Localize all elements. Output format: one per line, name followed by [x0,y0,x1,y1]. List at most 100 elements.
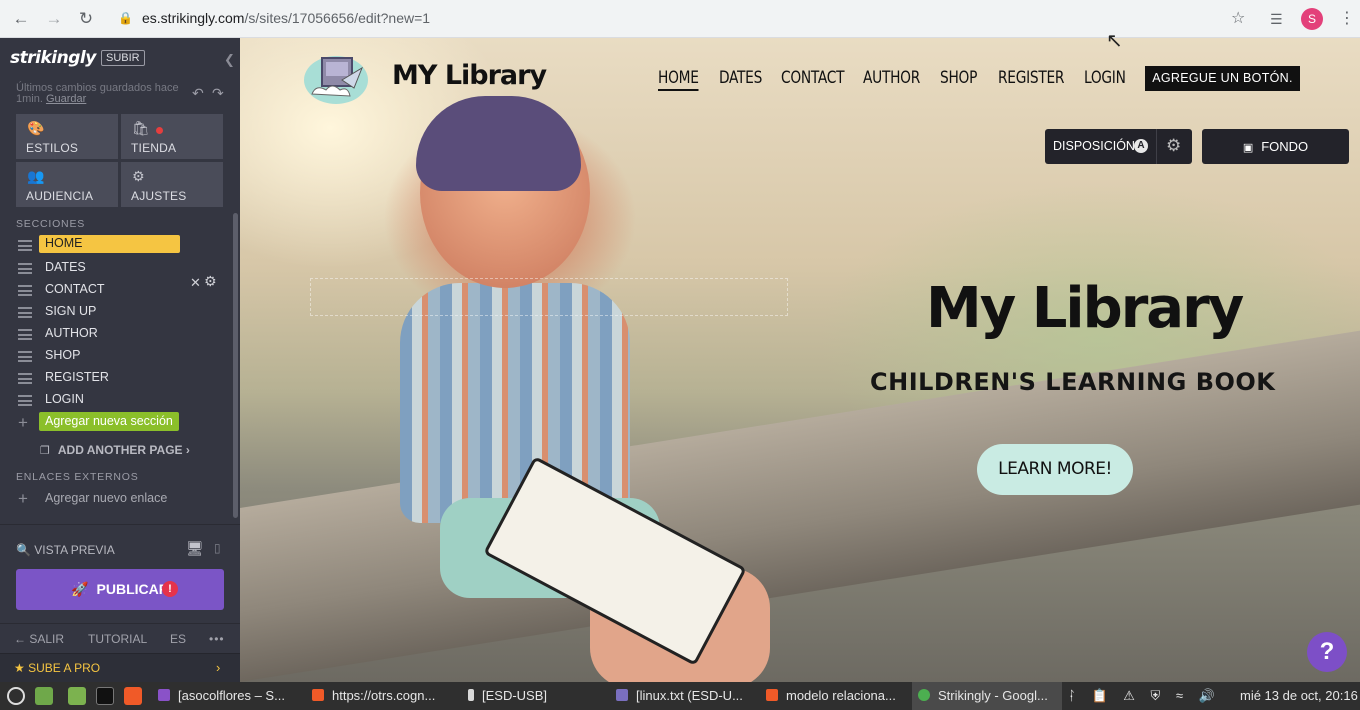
taskbar-item-esd-usb[interactable]: [ESD-USB] [468,682,608,710]
section-item-login[interactable]: LOGIN [16,390,226,410]
clipboard-icon[interactable]: 📋 [1091,688,1107,703]
update-icon[interactable]: ⚠ [1123,688,1135,703]
browser-menu-icon[interactable]: ⋮ [1339,9,1355,29]
add-section-button[interactable]: Agregar nueva sección [39,412,179,431]
hero-subtitle[interactable]: CHILDREN'S LEARNING BOOK [870,368,1275,396]
language-link[interactable]: ES [170,632,186,646]
site-logo[interactable] [302,50,372,106]
external-links-header: ENLACES EXTERNOS [16,471,139,483]
section-item-home[interactable]: HOME [16,235,226,255]
section-item-contact[interactable]: CONTACT [16,280,226,300]
section-item-shop[interactable]: SHOP [16,346,226,366]
chrome-icon [918,689,930,701]
store-tile[interactable]: 🛍 TIENDA [121,114,223,159]
section-item-register[interactable]: REGISTER [16,368,226,388]
drag-handle-icon[interactable] [18,351,32,362]
drag-handle-icon[interactable] [18,307,32,318]
bookmark-star-icon[interactable]: ☆ [1231,9,1245,29]
section-label: DATES [45,260,86,274]
mint-menu-icon[interactable] [7,687,25,705]
taskbar-item-strikingly[interactable]: Strikingly - Googl... [912,682,1062,710]
files-icon[interactable] [68,687,86,705]
layout-button[interactable]: DISPOSICIÓN A ⚙ [1045,129,1192,164]
chevron-right-icon: › [216,660,221,675]
taskbar-item-modelo[interactable]: modelo relaciona... [766,682,912,710]
background-button[interactable]: ▣ FONDO [1202,129,1349,164]
more-options-icon[interactable]: ••• [209,632,225,646]
reload-icon[interactable]: ↻ [75,9,97,29]
section-item-signup[interactable]: SIGN UP [16,302,226,322]
url-text: es.strikingly.com/s/sites/17056656/edit?… [142,10,431,26]
palette-icon: 🎨 [27,120,45,136]
taskbar-item-label: Strikingly - Googl... [938,688,1048,703]
drag-handle-icon[interactable] [18,285,32,296]
site-canvas[interactable]: MY Library HOME DATES CONTACT AUTHOR SHO… [240,38,1360,682]
nav-shop[interactable]: SHOP [940,68,977,88]
site-title[interactable]: MY Library [392,60,547,91]
add-nav-button[interactable]: AGREGUE UN BOTÓN. [1145,66,1300,91]
desktop-show-icon[interactable] [35,687,53,705]
settings-tile[interactable]: ⚙ AJUSTES [121,162,223,207]
drag-handle-icon[interactable] [18,395,32,406]
nav-author[interactable]: AUTHOR [863,68,920,88]
drag-handle-icon[interactable] [18,263,32,274]
upgrade-badge[interactable]: SUBIR [101,50,145,66]
styles-tile[interactable]: 🎨 ESTILOS [16,114,118,159]
profile-avatar[interactable]: S [1301,8,1323,30]
undo-icon[interactable]: ↶ [192,85,204,102]
nav-login[interactable]: LOGIN [1084,68,1126,88]
help-button[interactable]: ? [1307,632,1347,672]
nav-contact[interactable]: CONTACT [781,68,845,88]
drag-handle-icon[interactable] [18,329,32,340]
taskbar-item-otrs[interactable]: https://otrs.cogn... [312,682,464,710]
forward-icon[interactable]: → [43,9,65,29]
learn-more-button[interactable]: LEARN MORE! [977,444,1133,495]
brave-icon[interactable] [124,687,142,705]
section-label: REGISTER [45,370,109,384]
hero-title[interactable]: My Library [926,276,1244,341]
sidebar-scrollbar[interactable] [233,213,238,518]
divider [0,623,240,624]
section-item-author[interactable]: AUTHOR [16,324,226,344]
shield-icon[interactable]: ⛨ [1151,688,1161,703]
layout-badge: A [1134,139,1148,153]
media-queue-icon[interactable]: ☰ [1270,9,1283,29]
taskbar-item-linux-txt[interactable]: [linux.txt (ESD-U... [616,682,764,710]
hero-photo-shirt [400,283,630,523]
preview-button[interactable]: 🔍 VISTA PREVIA [16,543,115,557]
drag-handle-icon[interactable] [18,240,32,251]
nav-register[interactable]: REGISTER [998,68,1065,88]
taskbar-item-asocolflores[interactable]: [asocolflores – S... [158,682,308,710]
tile-label: AUDIENCIA [26,189,94,203]
tutorial-link[interactable]: TUTORIAL [88,632,147,646]
bag-icon: 🛍 [132,120,150,136]
add-page-button[interactable]: ❐ ADD ANOTHER PAGE › [40,443,190,457]
back-icon[interactable]: ← [10,9,32,29]
section-label: CONTACT [45,282,105,296]
nav-dates[interactable]: DATES [719,68,762,88]
clock[interactable]: mié 13 de oct, 20:16 [1240,682,1358,710]
redo-icon[interactable]: ↷ [212,85,224,102]
mobile-icon[interactable]: ▯ [214,541,221,555]
audience-tile[interactable]: 👥 AUDIENCIA [16,162,118,207]
section-item-dates[interactable]: DATES [16,258,226,278]
publish-button[interactable]: 🚀 PUBLICAR [16,569,224,610]
nav-home[interactable]: HOME [658,68,699,91]
wifi-icon[interactable]: ≈ [1176,688,1183,703]
bluetooth-icon[interactable]: ᛛ [1068,688,1076,703]
add-link-button[interactable]: Agregar nuevo enlace [45,491,167,505]
chevron-right-icon: › [185,443,190,457]
upgrade-pro-bar[interactable]: ★ SUBE A PRO › [0,653,240,682]
desktop-icon[interactable]: 🖥 [186,540,204,557]
editor-sidebar: strikingly SUBIR ❮ Últimos cambios guard… [0,38,240,682]
tile-label: ESTILOS [26,141,79,155]
gear-icon[interactable]: ⚙ [1166,136,1181,156]
exit-link[interactable]: ← SALIR [14,632,64,646]
terminal-icon[interactable] [96,687,114,705]
save-link[interactable]: Guardar [46,93,86,105]
drag-handle-icon[interactable] [18,373,32,384]
collapse-sidebar-icon[interactable]: ❮ [224,52,235,68]
address-bar[interactable]: 🔒 es.strikingly.com/s/sites/17056656/edi… [108,6,1258,32]
volume-icon[interactable]: 🔊 [1199,688,1215,703]
empty-text-placeholder[interactable] [310,278,788,316]
